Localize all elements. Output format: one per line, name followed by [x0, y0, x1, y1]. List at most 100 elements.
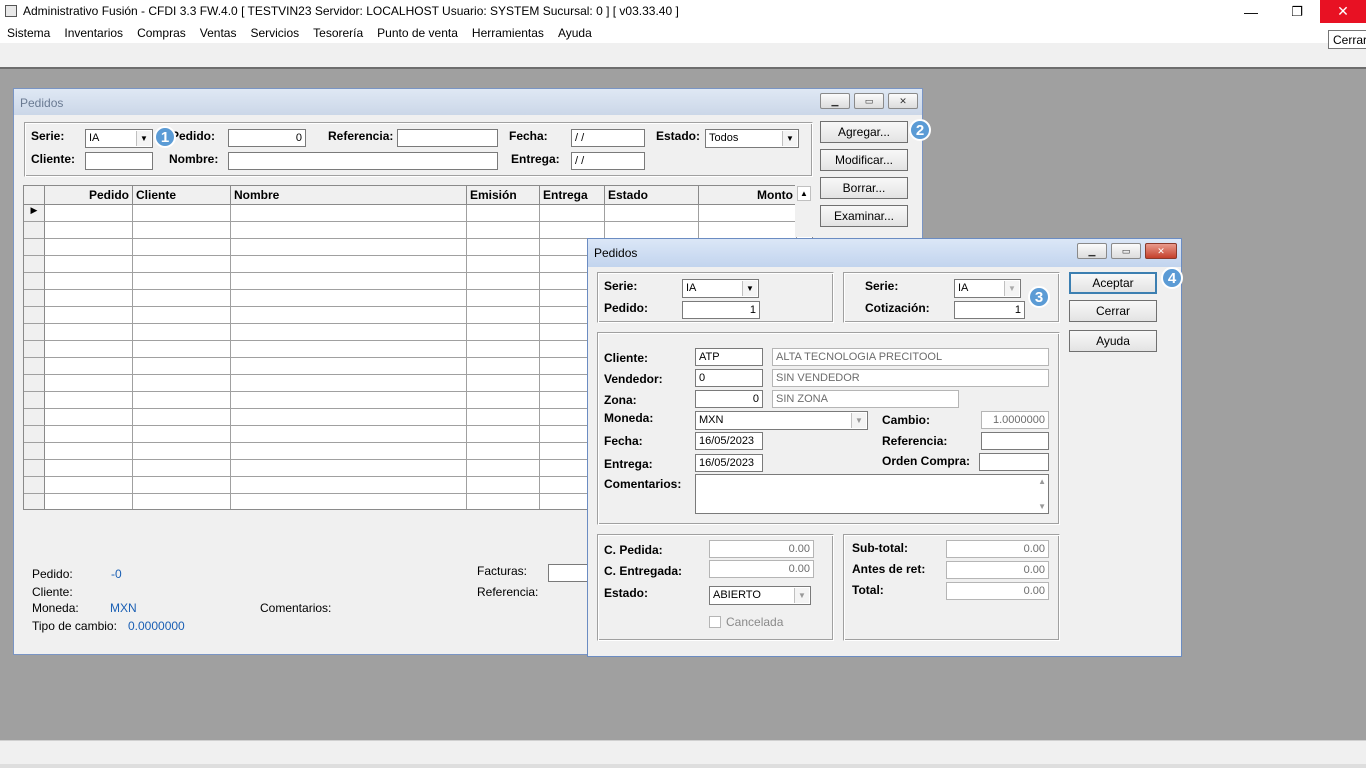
menu-inventarios[interactable]: Inventarios [57, 23, 130, 43]
estado-select[interactable]: Todos ▼ [705, 129, 799, 148]
grid-cell[interactable] [467, 341, 540, 358]
comentarios-textarea[interactable]: ▲ ▼ [695, 474, 1049, 514]
grid-cell[interactable] [231, 494, 467, 509]
row-selector[interactable] [24, 443, 45, 460]
dialog-minimize-icon[interactable]: ▁ [1077, 243, 1107, 259]
orden-compra-input[interactable] [979, 453, 1049, 471]
grid-cell[interactable] [605, 222, 699, 239]
grid-cell[interactable] [231, 358, 467, 375]
row-selector[interactable] [24, 239, 45, 256]
grid-cell[interactable] [45, 273, 133, 290]
dialog-maximize-icon[interactable]: ▭ [1111, 243, 1141, 259]
grid-cell[interactable] [231, 290, 467, 307]
grid-cell[interactable] [231, 460, 467, 477]
grid-cell[interactable] [231, 222, 467, 239]
grid-cell[interactable] [133, 222, 231, 239]
grid-cell[interactable] [45, 358, 133, 375]
grid-cell[interactable] [45, 324, 133, 341]
vendedor-code-input[interactable]: 0 [695, 369, 763, 387]
grid-cell[interactable] [540, 205, 605, 222]
grid-cell[interactable] [133, 324, 231, 341]
aceptar-button[interactable]: Aceptar [1069, 272, 1157, 294]
col-header-entrega[interactable]: Entrega [540, 186, 605, 205]
row-selector[interactable] [24, 222, 45, 239]
grid-cell[interactable] [231, 375, 467, 392]
examinar-button[interactable]: Examinar... [820, 205, 908, 227]
grid-cell[interactable] [45, 392, 133, 409]
row-selector[interactable]: ▶ [24, 205, 45, 222]
grid-cell[interactable] [45, 341, 133, 358]
grid-cell[interactable] [467, 273, 540, 290]
grid-cell[interactable] [133, 443, 231, 460]
nombre-input[interactable] [228, 152, 498, 170]
grid-scrollbar[interactable]: ▲ [795, 185, 813, 237]
grid-cell[interactable] [467, 477, 540, 494]
grid-cell[interactable] [467, 222, 540, 239]
grid-cell[interactable] [467, 460, 540, 477]
grid-cell[interactable] [231, 392, 467, 409]
borrar-button[interactable]: Borrar... [820, 177, 908, 199]
grid-cell[interactable] [45, 239, 133, 256]
menu-sistema[interactable]: Sistema [0, 23, 57, 43]
grid-cell[interactable] [467, 426, 540, 443]
grid-cell[interactable] [133, 290, 231, 307]
grid-cell[interactable] [231, 205, 467, 222]
grid-cell[interactable] [231, 307, 467, 324]
fecha-input[interactable]: / / [571, 129, 645, 147]
close-icon[interactable]: ✕ [1320, 0, 1366, 23]
grid-cell[interactable] [133, 460, 231, 477]
col-header-monto[interactable]: Monto [699, 186, 797, 205]
grid-cell[interactable] [467, 409, 540, 426]
moneda-select[interactable]: MXN ▼ [695, 411, 868, 430]
row-selector[interactable] [24, 375, 45, 392]
list-close-icon[interactable]: ✕ [888, 93, 918, 109]
col-header-nombre[interactable]: Nombre [231, 186, 467, 205]
grid-cell[interactable] [133, 426, 231, 443]
grid-cell[interactable] [45, 205, 133, 222]
fecha-input[interactable]: 16/05/2023 [695, 432, 763, 450]
col-header-cliente[interactable]: Cliente [133, 186, 231, 205]
agregar-button[interactable]: Agregar... [820, 121, 908, 143]
dialog-serie-select[interactable]: IA ▼ [682, 279, 759, 298]
grid-cell[interactable] [467, 239, 540, 256]
row-selector[interactable] [24, 290, 45, 307]
dialog-pedido-input[interactable]: 1 [682, 301, 760, 319]
menu-servicios[interactable]: Servicios [243, 23, 306, 43]
serie-select[interactable]: IA ▼ [85, 129, 153, 148]
row-selector[interactable] [24, 409, 45, 426]
cancelada-checkbox[interactable] [709, 616, 721, 628]
row-selector[interactable] [24, 494, 45, 509]
grid-cell[interactable] [467, 375, 540, 392]
grid-cell[interactable] [45, 375, 133, 392]
menu-ventas[interactable]: Ventas [193, 23, 244, 43]
modificar-button[interactable]: Modificar... [820, 149, 908, 171]
row-selector[interactable] [24, 358, 45, 375]
maximize-icon[interactable]: ❐ [1274, 0, 1320, 23]
grid-cell[interactable] [45, 222, 133, 239]
grid-cell[interactable] [133, 341, 231, 358]
grid-cell[interactable] [467, 205, 540, 222]
menu-tesoreria[interactable]: Tesorería [306, 23, 370, 43]
grid-cell[interactable] [45, 494, 133, 509]
col-header-estado[interactable]: Estado [605, 186, 699, 205]
grid-cell[interactable] [231, 409, 467, 426]
referencia-input[interactable] [981, 432, 1049, 450]
grid-cell[interactable] [133, 392, 231, 409]
grid-cell[interactable] [133, 205, 231, 222]
pedido-input[interactable]: 0 [228, 129, 306, 147]
referencia-input[interactable] [397, 129, 498, 147]
scroll-up-icon[interactable]: ▲ [797, 186, 811, 201]
grid-cell[interactable] [467, 307, 540, 324]
list-maximize-icon[interactable]: ▭ [854, 93, 884, 109]
grid-cell[interactable] [231, 477, 467, 494]
grid-cell[interactable] [467, 494, 540, 509]
grid-cell[interactable] [45, 256, 133, 273]
grid-cell[interactable] [45, 409, 133, 426]
list-minimize-icon[interactable]: ▁ [820, 93, 850, 109]
grid-cell[interactable] [699, 222, 797, 239]
grid-cell[interactable] [133, 273, 231, 290]
grid-cell[interactable] [467, 324, 540, 341]
grid-cell[interactable] [45, 477, 133, 494]
cerrar-button[interactable]: Cerrar [1069, 300, 1157, 322]
menu-ayuda[interactable]: Ayuda [551, 23, 599, 43]
